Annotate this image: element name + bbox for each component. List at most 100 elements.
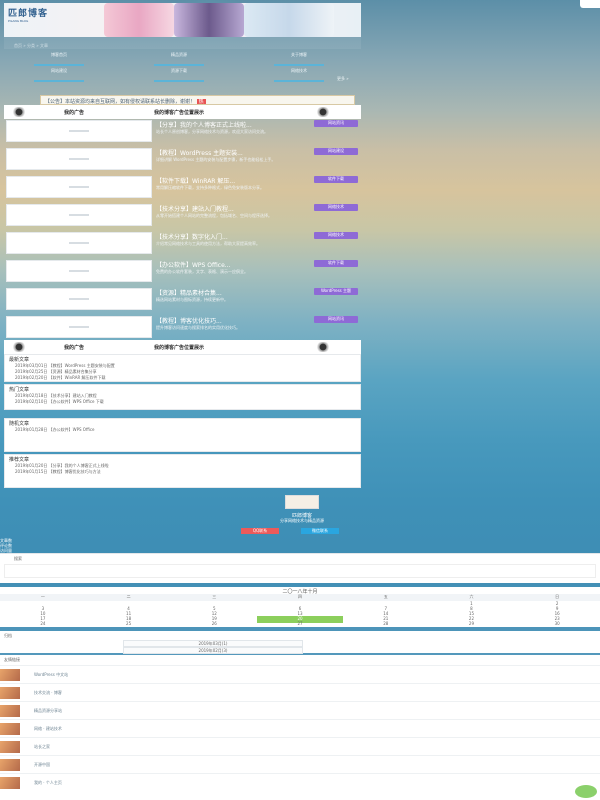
post-thumbnail[interactable] bbox=[6, 316, 152, 338]
link-item[interactable]: 站长之家 bbox=[0, 737, 600, 755]
nav-item-4[interactable]: 网站建设 bbox=[24, 68, 94, 82]
post-thumbnail[interactable] bbox=[6, 120, 152, 142]
post-title[interactable]: 【办公软件】WPS Office... bbox=[156, 260, 306, 269]
link-item[interactable]: 技术交流 · 博客 bbox=[0, 683, 600, 701]
widget-link[interactable]: 2019年01月28日 【办公软件】WPS Office bbox=[15, 427, 94, 433]
nav-item-5[interactable]: 资源下载 bbox=[144, 68, 214, 82]
post-title[interactable]: 【软件下载】WinRAR 解压... bbox=[156, 176, 306, 185]
logo-subtext: PILANG BLOG bbox=[8, 19, 29, 23]
post-item[interactable]: 【技术分享】数字化入门... 网络技术 介绍常见网络技术与工具的使用方法，帮助大… bbox=[4, 230, 361, 256]
post-title[interactable]: 【分享】我的个人博客正式上线啦... bbox=[156, 120, 306, 129]
link-item[interactable]: 精品资源分享站 bbox=[0, 701, 600, 719]
post-category-tag[interactable]: 软件下载 bbox=[314, 176, 358, 183]
calendar-week: 24 25 26 27 28 29 30 bbox=[40, 621, 560, 626]
post-excerpt: 常用解压缩软件下载，支持多种格式，绿色免安装版本分享。 bbox=[156, 185, 264, 190]
site-stats: 文章数 评论数 访问量 bbox=[0, 538, 12, 553]
ad-center-label: 我的博客广告位置展示 bbox=[154, 345, 205, 351]
post-excerpt: 详细讲解 WordPress 主题的安装与配置步骤，新手也能轻松上手。 bbox=[156, 157, 276, 162]
nav-item-3[interactable]: 关于博客 bbox=[264, 52, 334, 66]
ad-center-label: 我的博客广告位置展示 bbox=[154, 110, 205, 116]
links-widget: 友情链接 WordPress 中文站 技术交流 · 博客 精品资源分享站 网络 … bbox=[0, 655, 600, 800]
post-category-tag[interactable]: 网站资讯 bbox=[314, 120, 358, 127]
breadcrumb: 首页 » 分类 » 文章 bbox=[14, 43, 48, 48]
widget-link[interactable]: 2019年01月15日 【教程】博客优化技巧与方法 bbox=[15, 469, 101, 475]
link-thumbnail bbox=[0, 723, 20, 735]
calendar-widget: 二〇一八年十月 一二三四五六日 12 3456789 10 11 12 13 14 15 1… bbox=[0, 587, 600, 627]
link-thumbnail bbox=[0, 687, 20, 699]
link-thumbnail bbox=[0, 759, 20, 771]
widget-title: 最新文章 bbox=[9, 357, 30, 363]
archive-link[interactable]: 2019年02月(3) bbox=[123, 647, 303, 654]
ad-avatar-left bbox=[10, 107, 28, 117]
banner-character-2 bbox=[174, 3, 244, 37]
nav-item-6[interactable]: 网络技术 bbox=[264, 68, 334, 82]
wechat-contact-button[interactable]: 微信联系 bbox=[301, 528, 339, 534]
post-item[interactable]: 【分享】我的个人博客正式上线啦... 网站资讯 站长个人原创博客，分享网络技术与… bbox=[4, 118, 361, 144]
post-title[interactable]: 【教程】WordPress 主题安装... bbox=[156, 148, 306, 157]
post-category-tag[interactable]: 网站资讯 bbox=[314, 316, 358, 323]
banner-character-1 bbox=[104, 3, 174, 37]
post-title[interactable]: 【技术分享】建站入门教程... bbox=[156, 204, 306, 213]
site-logo[interactable]: 匹郎博客 PILANG BLOG bbox=[8, 6, 48, 28]
post-title[interactable]: 【技术分享】数字化入门... bbox=[156, 232, 306, 241]
post-thumbnail[interactable] bbox=[6, 148, 152, 170]
post-item[interactable]: 【教程】博客优化技巧... 网站资讯 提升博客访问速度与搜索排名的实用优化技巧。 bbox=[4, 314, 361, 340]
link-item[interactable]: 网络 · 建站技术 bbox=[0, 719, 600, 737]
ad-left-label: 我的广告 bbox=[64, 345, 85, 351]
archive-title: 归档 bbox=[4, 633, 12, 638]
widget-title: 推荐文章 bbox=[9, 457, 30, 463]
notice-bar: 【公告】本站资源均来自互联网，如有侵权请联系站长删除，谢谢！ 热 bbox=[40, 95, 355, 105]
ad-banner-2[interactable]: 我的广告 我的博客广告位置展示 bbox=[4, 340, 361, 354]
search-widget: 搜索 bbox=[0, 553, 600, 583]
archive-link[interactable]: 2019年03月(1) bbox=[123, 640, 303, 647]
post-thumbnail[interactable] bbox=[6, 288, 152, 310]
back-to-top-icon[interactable] bbox=[575, 785, 597, 798]
post-category-tag[interactable]: 网站建设 bbox=[314, 148, 358, 155]
post-excerpt: 免费的办公软件套装，文字、表格、演示一应俱全。 bbox=[156, 269, 248, 274]
post-item[interactable]: 【办公软件】WPS Office... 软件下载 免费的办公软件套装，文字、表格… bbox=[4, 258, 361, 284]
post-category-tag[interactable]: 网络技术 bbox=[314, 232, 358, 239]
post-title[interactable]: 【资源】精品素材合集... bbox=[156, 288, 306, 297]
search-label: 搜索 bbox=[14, 556, 22, 561]
link-item[interactable]: WordPress 中文站 bbox=[0, 665, 600, 683]
link-item[interactable]: 开源中国 bbox=[0, 755, 600, 773]
post-thumbnail[interactable] bbox=[6, 232, 152, 254]
banner-character-3 bbox=[244, 3, 334, 37]
ad-left-label: 我的广告 bbox=[64, 110, 85, 116]
widget-title: 随机文章 bbox=[9, 421, 30, 427]
post-thumbnail[interactable] bbox=[6, 204, 152, 226]
post-item[interactable]: 【资源】精品素材合集... WordPress 主题 精选网站素材与图标资源，持… bbox=[4, 286, 361, 312]
ad-avatar-right bbox=[314, 107, 332, 117]
widget-link[interactable]: 2019年02月20日 【软件】WinRAR 解压软件下载 bbox=[15, 375, 106, 381]
post-excerpt: 从零开始搭建个人网站的完整流程，包括域名、空间与程序选择。 bbox=[156, 213, 272, 218]
calendar-weekdays: 一二三四五六日 bbox=[0, 594, 600, 601]
nav-item-2[interactable]: 精品资源 bbox=[144, 52, 214, 66]
post-title[interactable]: 【教程】博客优化技巧... bbox=[156, 316, 306, 325]
post-item[interactable]: 【软件下载】WinRAR 解压... 软件下载 常用解压缩软件下载，支持多种格式… bbox=[4, 174, 361, 200]
nav-item-1[interactable]: 博客首页 bbox=[24, 52, 94, 66]
archive-widget: 归档 2019年03月(1) 2019年02月(3) bbox=[0, 631, 600, 654]
post-excerpt: 介绍常见网络技术与工具的使用方法，帮助大家提高效率。 bbox=[156, 241, 260, 246]
search-input[interactable] bbox=[4, 564, 596, 578]
link-item[interactable]: 我的 · 个人主页 bbox=[0, 773, 600, 791]
post-item[interactable]: 【教程】WordPress 主题安装... 网站建设 详细讲解 WordPres… bbox=[4, 146, 361, 172]
link-thumbnail bbox=[0, 777, 20, 789]
menu-toggle-button[interactable] bbox=[580, 0, 600, 8]
post-excerpt: 精选网站素材与图标资源，持续更新中。 bbox=[156, 297, 228, 302]
link-thumbnail bbox=[0, 741, 20, 753]
post-category-tag[interactable]: WordPress 主题 bbox=[314, 288, 358, 295]
popular-posts-widget: 热门文章 2019年02月18日 【技术分享】建站入门教程 2019年02月10… bbox=[4, 384, 361, 410]
ad-banner[interactable]: 我的广告 我的博客广告位置展示 bbox=[4, 105, 361, 119]
post-category-tag[interactable]: 软件下载 bbox=[314, 260, 358, 267]
widget-link[interactable]: 2019年02月10日 【办公软件】WPS Office 下载 bbox=[15, 399, 104, 405]
post-excerpt: 站长个人原创博客，分享网络技术与资源，欢迎大家访问交流。 bbox=[156, 129, 268, 134]
post-thumbnail[interactable] bbox=[6, 176, 152, 198]
random-posts-widget: 随机文章 2019年01月28日 【办公软件】WPS Office bbox=[4, 418, 361, 452]
more-link[interactable]: 更多 » bbox=[337, 76, 349, 82]
post-item[interactable]: 【技术分享】建站入门教程... 网络技术 从零开始搭建个人网站的完整流程，包括域… bbox=[4, 202, 361, 228]
post-category-tag[interactable]: 网络技术 bbox=[314, 204, 358, 211]
qq-contact-button[interactable]: QQ联系 bbox=[241, 528, 279, 534]
post-excerpt: 提升博客访问速度与搜索排名的实用优化技巧。 bbox=[156, 325, 240, 330]
links-title: 友情链接 bbox=[4, 657, 20, 662]
post-thumbnail[interactable] bbox=[6, 260, 152, 282]
